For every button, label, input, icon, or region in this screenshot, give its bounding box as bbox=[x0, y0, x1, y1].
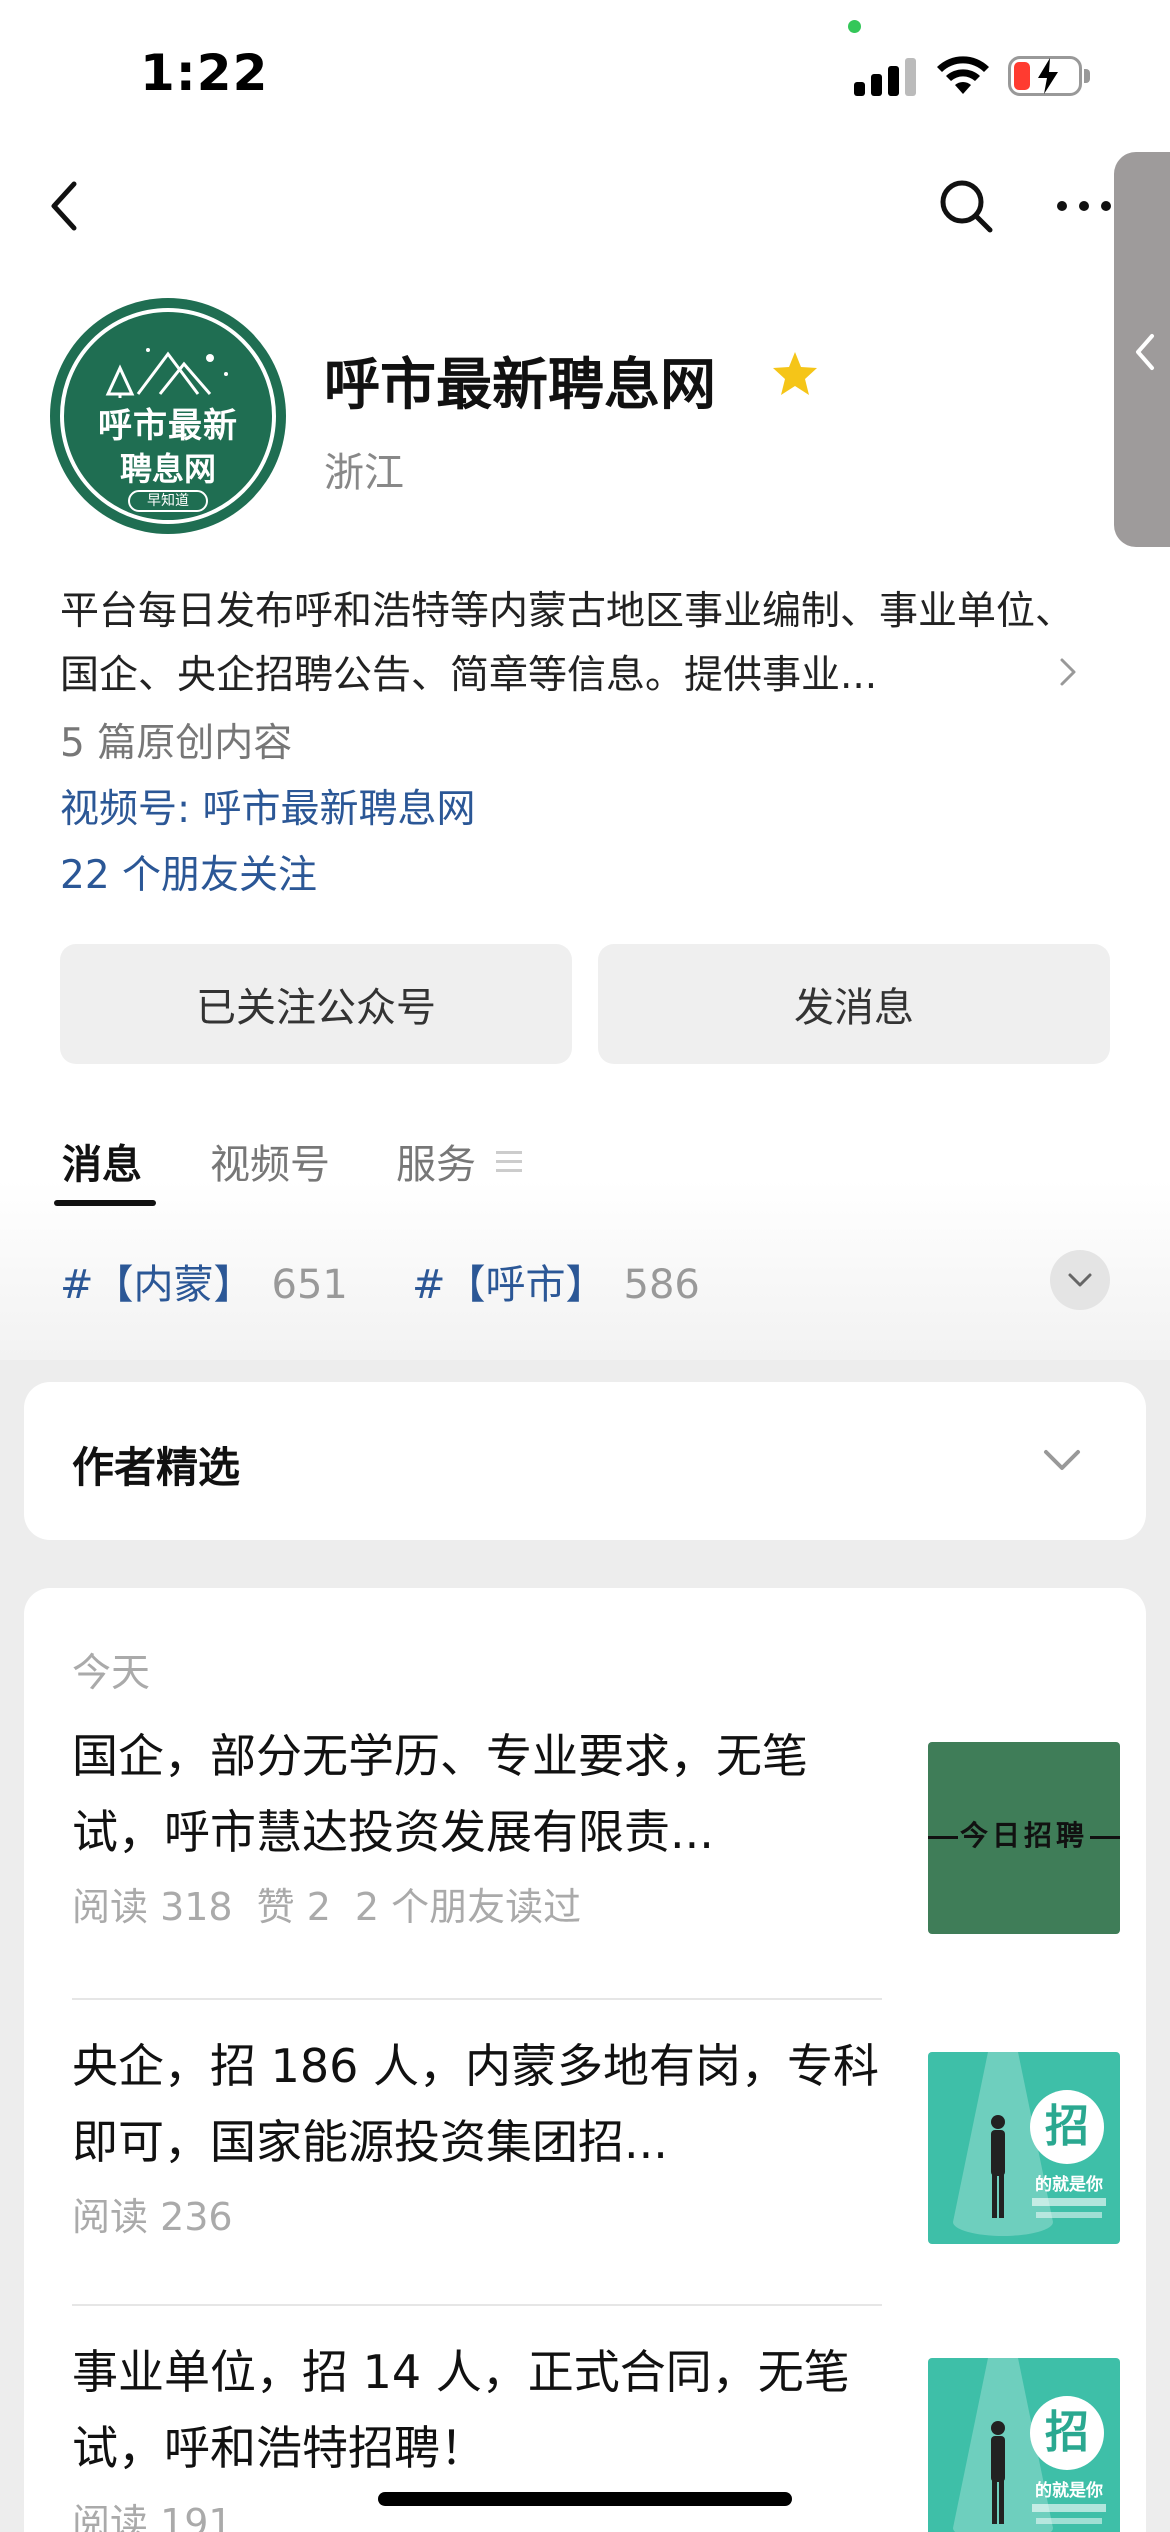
article-thumbnail: 招 的就是你 bbox=[928, 2358, 1120, 2532]
tag-name: #【内蒙】 bbox=[60, 1262, 254, 1308]
account-name: 呼市最新聘息网 bbox=[324, 353, 716, 418]
chevron-right-icon[interactable] bbox=[1058, 656, 1078, 688]
articles-section: 今天 国企，部分无学历、专业要求，无笔试，呼市慧达投资发展有限责... 阅读 3… bbox=[24, 1588, 1146, 2532]
recording-dot bbox=[848, 20, 861, 33]
expand-tags-button[interactable] bbox=[1050, 1250, 1110, 1310]
friends-read: 2 个朋友读过 bbox=[354, 1885, 582, 1929]
account-location: 浙江 bbox=[324, 450, 404, 496]
avatar[interactable]: 呼市最新 聘息网 早知道 bbox=[50, 298, 286, 534]
date-label: 今天 bbox=[72, 1651, 151, 1696]
more-icon[interactable] bbox=[1054, 196, 1114, 216]
article-item[interactable]: 央企，招 186 人，内蒙多地有岗，专科即可，国家能源投资集团招... 阅读 2… bbox=[72, 2028, 1122, 2244]
thumbnail-caption: 的就是你 bbox=[1035, 2481, 1103, 2501]
star-icon[interactable] bbox=[770, 350, 820, 398]
chevron-down-icon bbox=[1068, 1273, 1092, 1287]
mountain-logo-icon bbox=[105, 348, 228, 398]
back-button[interactable] bbox=[40, 176, 90, 236]
followed-button[interactable]: 已关注公众号 bbox=[60, 944, 572, 1064]
read-count: 阅读 191 bbox=[72, 2501, 233, 2532]
account-description[interactable]: 平台每日发布呼和浩特等内蒙古地区事业编制、事业单位、国企、央企招聘公告、简章等信… bbox=[60, 580, 1100, 708]
article-item[interactable]: 国企，部分无学历、专业要求，无笔试，呼市慧达投资发展有限责... 阅读 318 赞… bbox=[72, 1718, 1122, 1934]
active-tab-indicator bbox=[54, 1200, 156, 1206]
menu-icon[interactable] bbox=[494, 1148, 524, 1176]
tab-channels[interactable]: 视频号 bbox=[210, 1132, 330, 1190]
original-content-count[interactable]: 5 篇原创内容 bbox=[60, 712, 292, 768]
tag-count: 586 bbox=[623, 1262, 700, 1308]
thumbnail-text: 今日招聘 bbox=[959, 1819, 1088, 1852]
avatar-logo-line2: 聘息网 bbox=[119, 450, 216, 488]
thumbnail-text: 招 bbox=[1030, 2090, 1104, 2164]
article-title: 事业单位，招 14 人，正式合同，无笔试，呼和浩特招聘！ bbox=[72, 2345, 850, 2475]
chevron-down-icon[interactable] bbox=[1040, 1446, 1084, 1474]
article-title: 央企，招 186 人，内蒙多地有岗，专科即可，国家能源投资集团招... bbox=[72, 2039, 880, 2169]
article-thumbnail: 招 的就是你 bbox=[928, 2052, 1120, 2244]
tag-neimeng[interactable]: #【内蒙】 651 bbox=[60, 1252, 348, 1310]
thumbnail-text: 招 bbox=[1030, 2396, 1104, 2470]
divider bbox=[72, 2304, 882, 2306]
tag-name: #【呼市】 bbox=[412, 1262, 606, 1308]
featured-title: 作者精选 bbox=[72, 1443, 241, 1492]
battery-icon bbox=[1008, 56, 1090, 96]
search-icon[interactable] bbox=[936, 176, 996, 236]
tag-hushi[interactable]: #【呼市】 586 bbox=[412, 1252, 700, 1310]
avatar-logo-line1: 呼市最新 bbox=[98, 406, 238, 446]
side-drawer-tab[interactable] bbox=[1114, 152, 1170, 547]
read-count: 阅读 318 bbox=[72, 1885, 233, 1929]
status-time: 1:22 bbox=[140, 44, 269, 102]
send-message-button[interactable]: 发消息 bbox=[598, 944, 1110, 1064]
like-count: 赞 2 bbox=[256, 1885, 331, 1929]
featured-section[interactable]: 作者精选 bbox=[24, 1382, 1146, 1540]
read-count: 阅读 236 bbox=[72, 2195, 233, 2239]
divider bbox=[72, 1998, 882, 2000]
home-indicator[interactable] bbox=[378, 2492, 792, 2506]
article-title: 国企，部分无学历、专业要求，无笔试，呼市慧达投资发展有限责... bbox=[72, 1729, 808, 1859]
tab-services[interactable]: 服务 bbox=[396, 1132, 476, 1190]
article-thumbnail: 今日招聘 bbox=[928, 1742, 1120, 1934]
tag-count: 651 bbox=[271, 1262, 348, 1308]
chevron-left-icon bbox=[1136, 334, 1154, 370]
friends-following[interactable]: 22 个朋友关注 bbox=[60, 844, 317, 900]
channels-link[interactable]: 视频号: 呼市最新聘息网 bbox=[60, 778, 476, 834]
thumbnail-caption: 的就是你 bbox=[1035, 2175, 1103, 2195]
tab-messages[interactable]: 消息 bbox=[62, 1132, 142, 1190]
wifi-icon bbox=[937, 56, 989, 94]
signal-icon bbox=[854, 56, 916, 96]
status-bar: 1:22 bbox=[0, 0, 1170, 140]
avatar-logo-sub: 早知道 bbox=[128, 490, 208, 512]
